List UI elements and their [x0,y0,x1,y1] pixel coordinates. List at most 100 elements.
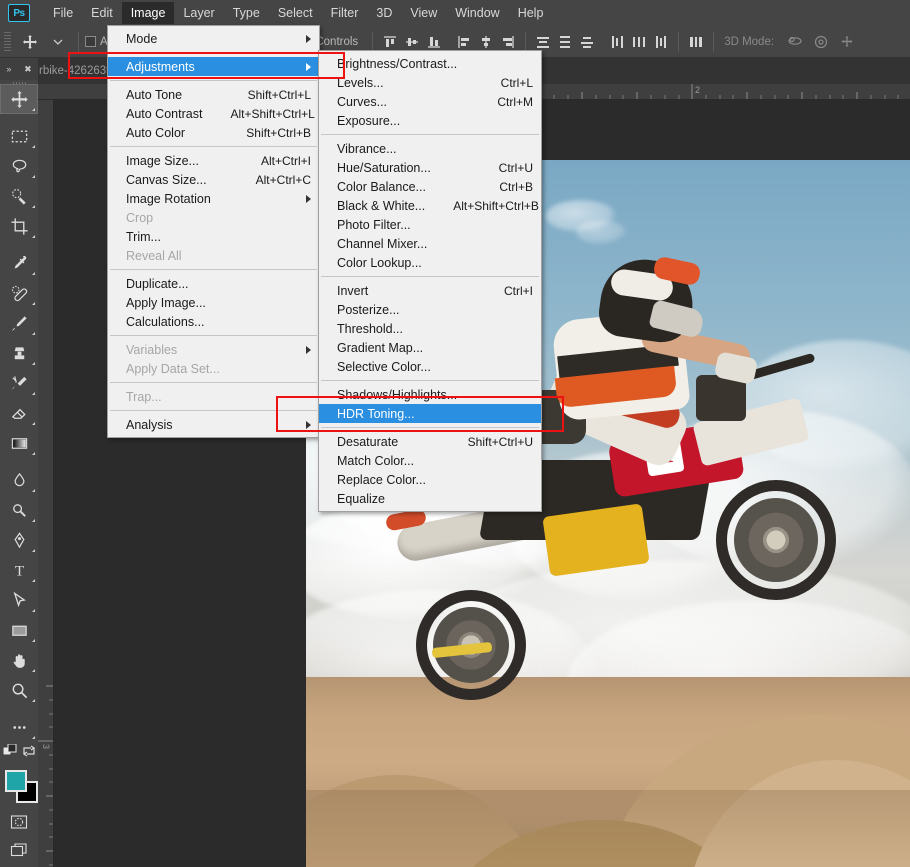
menu-item-selective-color[interactable]: Selective Color... [319,357,541,376]
options-divider [78,31,79,52]
menu-item-photo-filter[interactable]: Photo Filter... [319,215,541,234]
menu-item-color-lookup[interactable]: Color Lookup... [319,253,541,272]
menu-item-image-size[interactable]: Image Size... Alt+Ctrl+I [108,151,319,170]
menu-item-gradient-map[interactable]: Gradient Map... [319,338,541,357]
menu-item-color-balance[interactable]: Color Balance... Ctrl+B [319,177,541,196]
default-colors-icon[interactable] [2,743,17,763]
dodge-tool[interactable] [0,495,38,525]
distribute-bottom-edges-icon[interactable] [576,30,598,54]
pan-3d-icon[interactable] [834,30,860,54]
pen-tool[interactable] [0,525,38,555]
horizontal-type-tool[interactable]: T [0,555,38,585]
gradient-tool[interactable] [0,428,38,458]
menu-item-vibrance[interactable]: Vibrance... [319,139,541,158]
menu-item-apply-image[interactable]: Apply Image... [108,293,319,312]
menu-item-apply-data-set: Apply Data Set... [108,359,319,378]
menu-item-channel-mixer[interactable]: Channel Mixer... [319,234,541,253]
menubar-item-3d[interactable]: 3D [367,2,401,24]
menu-item-adjustments[interactable]: Adjustments [108,57,319,76]
menubar-item-layer[interactable]: Layer [174,2,223,24]
menubar-item-filter[interactable]: Filter [322,2,368,24]
menu-item-analysis[interactable]: Analysis [108,415,319,434]
menu-item-label: Analysis [126,417,173,432]
checkbox-box[interactable] [85,36,96,47]
menu-item-hue-saturation[interactable]: Hue/Saturation... Ctrl+U [319,158,541,177]
menubar-item-view[interactable]: View [401,2,446,24]
menu-image-dropdown[interactable]: Mode Adjustments Auto Tone Shift+Ctrl+L Auto… [107,25,320,438]
menubar-item-file[interactable]: File [44,2,82,24]
menubar-item-select[interactable]: Select [269,2,322,24]
menubar-item-image[interactable]: Image [121,2,175,24]
roll-3d-icon[interactable] [808,30,834,54]
menu-item-replace-color[interactable]: Replace Color... [319,470,541,489]
rectangle-tool[interactable] [0,615,38,645]
blur-tool[interactable] [0,465,38,495]
path-selection-tool[interactable] [0,585,38,615]
menu-item-curves[interactable]: Curves... Ctrl+M [319,92,541,111]
eraser-tool[interactable] [0,398,38,428]
menubar-item-type[interactable]: Type [224,2,269,24]
menu-item-trim[interactable]: Trim... [108,227,319,246]
menu-item-shadows-highlights[interactable]: Shadows/Highlights... [319,385,541,404]
menu-item-levels[interactable]: Levels... Ctrl+L [319,73,541,92]
distribute-horizontal-centers-icon[interactable] [628,30,650,54]
menu-item-auto-contrast[interactable]: Auto Contrast Alt+Shift+Ctrl+L [108,104,319,123]
move-tool-icon[interactable] [16,29,44,55]
menu-item-label: Brightness/Contrast... [337,56,458,71]
menubar-item-window[interactable]: Window [446,2,508,24]
menubar-item-edit[interactable]: Edit [82,2,122,24]
menu-item-canvas-size[interactable]: Canvas Size... Alt+Ctrl+C [108,170,319,189]
rectangular-marquee-tool[interactable] [0,121,38,151]
menu-item-calculations[interactable]: Calculations... [108,312,319,331]
quick-selection-tool[interactable] [0,181,38,211]
distribute-spacing-icon[interactable] [685,30,707,54]
menu-item-exposure[interactable]: Exposure... [319,111,541,130]
brush-tool[interactable] [0,308,38,338]
foreground-color-swatch[interactable] [5,770,27,792]
menu-item-match-color[interactable]: Match Color... [319,451,541,470]
swap-colors-icon[interactable] [22,744,36,763]
options-divider [678,31,680,52]
menu-item-brightness-contrast[interactable]: Brightness/Contrast... [319,54,541,73]
tools-panel-header[interactable]: » ✖ [0,58,38,80]
submenu-arrow-icon [306,345,311,354]
menu-item-label: Selective Color... [337,359,431,374]
menu-item-posterize[interactable]: Posterize... [319,300,541,319]
lasso-tool[interactable] [0,151,38,181]
screen-mode-icon[interactable] [0,836,38,864]
history-brush-tool[interactable] [0,368,38,398]
menu-item-threshold[interactable]: Threshold... [319,319,541,338]
tool-variant-indicator [32,422,35,425]
distribute-right-edges-icon[interactable] [650,30,672,54]
crop-tool[interactable] [0,211,38,241]
menubar-item-help[interactable]: Help [509,2,553,24]
distribute-vertical-centers-icon[interactable] [554,30,576,54]
menu-adjustments-dropdown[interactable]: Brightness/Contrast... Levels... Ctrl+L Cur… [318,50,542,512]
options-bar-grip[interactable] [4,31,11,52]
submenu-arrow-icon [306,194,311,203]
close-icon[interactable]: ✖ [24,64,32,75]
collapse-panel-icon[interactable]: » [6,64,11,74]
eyedropper-tool[interactable] [0,248,38,278]
spot-healing-brush-tool[interactable] [0,278,38,308]
hand-tool[interactable] [0,645,38,675]
move-tool[interactable] [0,84,38,114]
distribute-left-edges-icon[interactable] [606,30,628,54]
menu-item-mode[interactable]: Mode [108,29,319,48]
orbit-3d-icon[interactable] [782,30,808,54]
menu-item-black-white[interactable]: Black & White... Alt+Shift+Ctrl+B [319,196,541,215]
menu-item-hdr-toning[interactable]: HDR Toning... [319,404,541,423]
menu-item-duplicate[interactable]: Duplicate... [108,274,319,293]
menu-item-desaturate[interactable]: Desaturate Shift+Ctrl+U [319,432,541,451]
edit-toolbar[interactable] [0,712,38,742]
menu-item-invert[interactable]: Invert Ctrl+I [319,281,541,300]
toolbar-divider [0,458,38,465]
menu-item-auto-tone[interactable]: Auto Tone Shift+Ctrl+L [108,85,319,104]
menu-item-image-rotation[interactable]: Image Rotation [108,189,319,208]
zoom-tool[interactable] [0,675,38,705]
chevron-down-icon[interactable] [44,29,72,55]
menu-item-equalize[interactable]: Equalize [319,489,541,508]
menu-item-auto-color[interactable]: Auto Color Shift+Ctrl+B [108,123,319,142]
clone-stamp-tool[interactable] [0,338,38,368]
quick-mask-icon[interactable] [0,808,38,836]
